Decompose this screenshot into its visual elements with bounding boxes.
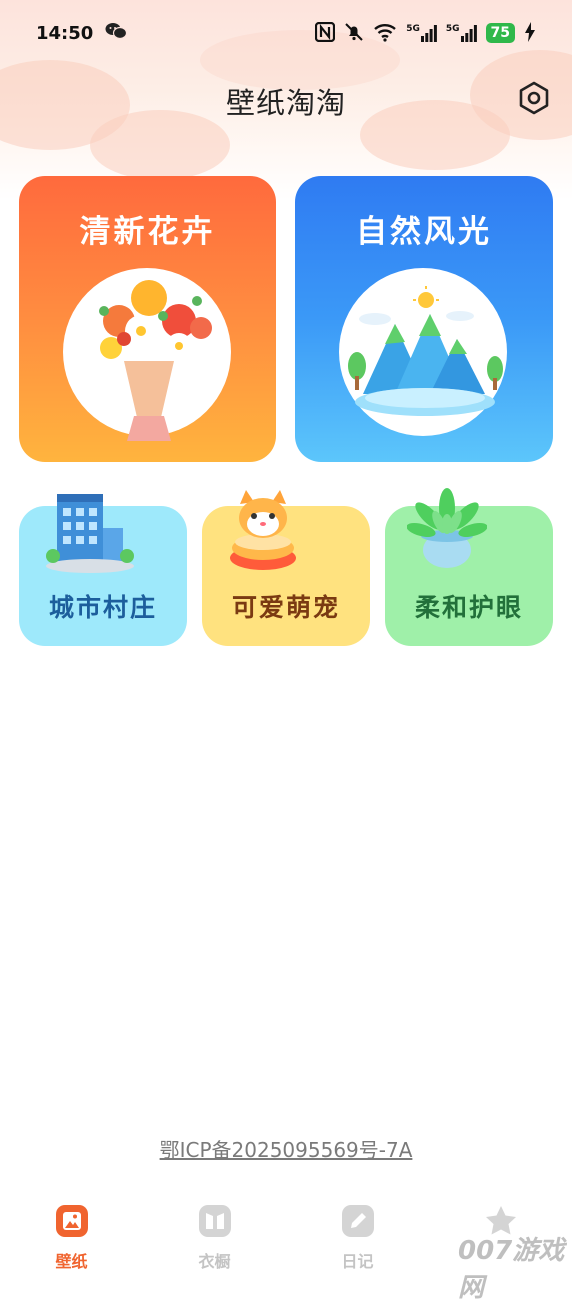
battery-indicator: 75 xyxy=(485,23,515,43)
nfc-icon xyxy=(315,21,336,45)
icp-license-link[interactable]: 鄂ICP备2025095569号-7A xyxy=(0,1134,572,1163)
category-title: 城市村庄 xyxy=(48,593,157,622)
status-bar: 14:50 5G 5G 75 xyxy=(0,0,572,66)
network-type-label-2: 5G xyxy=(445,24,460,34)
settings-icon xyxy=(517,81,551,119)
wechat-icon xyxy=(105,22,128,45)
cat-on-cake-illustration xyxy=(230,490,296,570)
tab-label: 壁纸 xyxy=(55,1252,88,1271)
succulent-plant-illustration xyxy=(407,488,487,568)
category-title: 可爱萌宠 xyxy=(231,593,340,622)
category-card-landscape[interactable]: 自然风光 xyxy=(295,176,553,462)
category-card-flowers[interactable]: 清新花卉 xyxy=(19,176,276,462)
building-illustration xyxy=(46,494,134,573)
settings-button[interactable] xyxy=(514,80,554,120)
category-title: 自然风光 xyxy=(356,214,492,250)
signal-icon: 5G xyxy=(406,24,437,42)
category-card-pets[interactable]: 可爱萌宠 xyxy=(202,490,370,646)
tab-wardrobe[interactable]: 衣橱 xyxy=(143,1195,286,1279)
watermark-text: 007游戏网 xyxy=(458,1236,565,1303)
status-time: 14:50 xyxy=(36,22,94,44)
category-title: 柔和护眼 xyxy=(414,593,523,622)
charging-icon xyxy=(524,21,536,45)
wifi-icon xyxy=(373,22,397,45)
wardrobe-icon xyxy=(197,1203,233,1243)
category-card-city[interactable]: 城市村庄 xyxy=(19,494,187,646)
diary-icon xyxy=(340,1203,376,1243)
tab-diary[interactable]: 日记 xyxy=(286,1195,429,1279)
flower-bouquet-illustration xyxy=(99,280,212,441)
network-type-label: 5G xyxy=(406,24,420,34)
signal-icon-2: 5G xyxy=(446,24,477,42)
mute-bell-icon xyxy=(344,22,364,45)
tab-wallpaper[interactable]: 壁纸 xyxy=(0,1195,143,1279)
category-card-eye-care[interactable]: 柔和护眼 xyxy=(385,488,553,646)
tab-label: 衣橱 xyxy=(198,1252,231,1271)
page-title: 壁纸淘淘 xyxy=(225,86,346,120)
mountain-landscape-illustration xyxy=(348,286,503,416)
tab-label: 日记 xyxy=(341,1252,374,1271)
category-title: 清新花卉 xyxy=(79,214,216,250)
wallpaper-icon xyxy=(54,1203,90,1243)
